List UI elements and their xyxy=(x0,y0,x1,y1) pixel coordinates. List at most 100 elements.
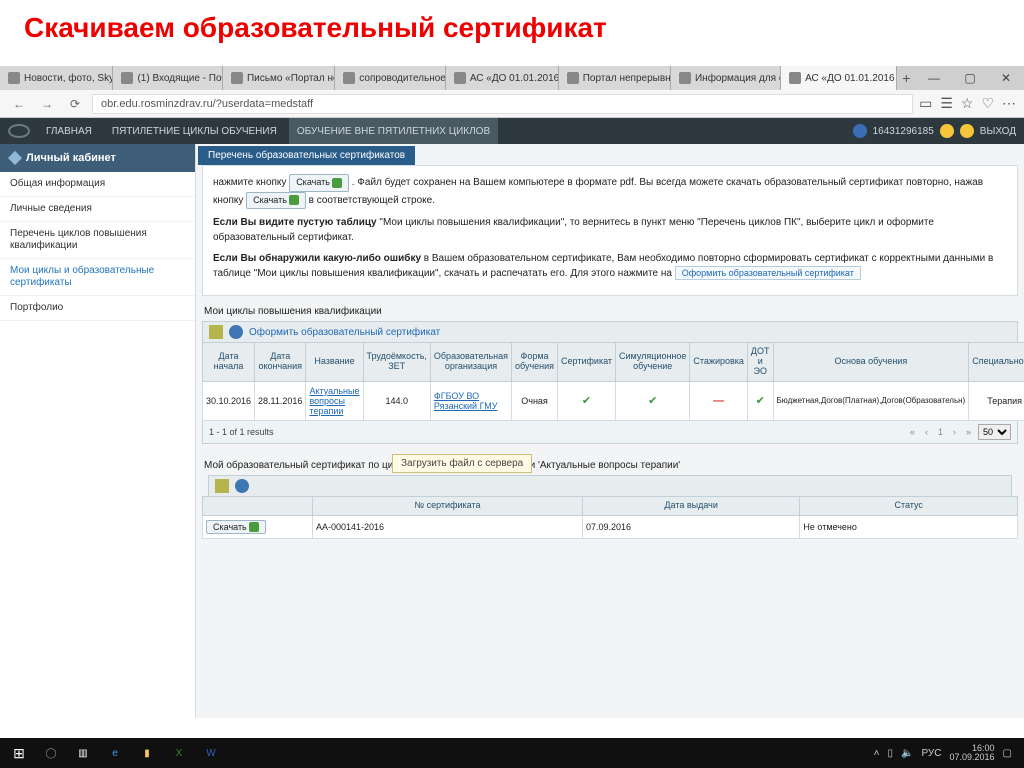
nav-outside-cycles[interactable]: ОБУЧЕНИЕ ВНЕ ПЯТИЛЕТНИХ ЦИКЛОВ xyxy=(289,118,498,144)
reader-icon[interactable]: ▭ xyxy=(919,95,932,112)
download-button-sample[interactable]: Скачать xyxy=(246,192,306,210)
refresh-icon[interactable] xyxy=(235,479,249,493)
browser-tab[interactable]: Портал непрерывного xyxy=(559,66,671,90)
logout-button[interactable]: ВЫХОД xyxy=(980,126,1016,137)
table-row[interactable]: Скачать АА-000141-2016 07.09.2016 Не отм… xyxy=(203,515,1018,539)
help-icon[interactable] xyxy=(940,124,954,138)
favicon-icon xyxy=(454,72,466,84)
download-button-sample[interactable]: Скачать xyxy=(289,174,349,192)
th-name[interactable]: Название xyxy=(306,343,363,382)
sidebar: Личный кабинет Общая информация Личные с… xyxy=(0,144,196,718)
window-minimize-button[interactable]: — xyxy=(916,66,952,90)
cycle-name-link[interactable]: Актуальные вопросы терапии xyxy=(309,386,359,416)
browser-tab[interactable]: Письмо «Портал непр xyxy=(223,66,335,90)
browser-tab[interactable]: АС «ДО 01.01.2016(се xyxy=(446,66,559,90)
favorite-icon[interactable]: ☆ xyxy=(961,95,974,112)
tray-network-icon[interactable]: ▯ xyxy=(888,748,894,759)
th-sim[interactable]: Симуляционное обучение xyxy=(616,343,690,382)
th-start[interactable]: Дата начала xyxy=(203,343,255,382)
sidebar-item-cycles-list[interactable]: Перечень циклов повышения квалификации xyxy=(0,222,195,259)
cert-table-toolbar xyxy=(208,475,1012,496)
table-toolbar: Оформить образовательный сертификат xyxy=(202,321,1018,342)
th-basis[interactable]: Основа обучения xyxy=(773,343,969,382)
address-bar: ← → ⟳ obr.edu.rosminzdrav.ru/?userdata=m… xyxy=(0,90,1024,118)
wrench-icon[interactable] xyxy=(215,479,229,493)
sidebar-item-my-cycles[interactable]: Мои циклы и образовательные сертификаты xyxy=(0,259,195,296)
browser-tab[interactable]: (1) Входящие - Почта xyxy=(113,66,223,90)
app-navbar: ГЛАВНАЯ ПЯТИЛЕТНИЕ ЦИКЛЫ ОБУЧЕНИЯ ОБУЧЕН… xyxy=(0,118,1024,144)
favicon-icon xyxy=(8,72,20,84)
hub-icon[interactable]: ☰ xyxy=(940,95,953,112)
toolbar-create-certificate-link[interactable]: Оформить образовательный сертификат xyxy=(249,327,440,338)
th-spec[interactable]: Специальность xyxy=(969,343,1024,382)
create-certificate-link[interactable]: Оформить образовательный сертификат xyxy=(675,266,861,280)
check-icon xyxy=(582,396,591,406)
section-title-certificate: Мой образовательный сертификат по циклу … xyxy=(196,452,1024,475)
tray-chevron-icon[interactable]: ˄ xyxy=(874,748,880,759)
th-cert-status[interactable]: Статус xyxy=(800,496,1018,515)
nav-main[interactable]: ГЛАВНАЯ xyxy=(38,118,100,144)
taskbar-edge-icon[interactable]: е xyxy=(100,741,130,765)
download-arrow-icon xyxy=(289,195,299,205)
dash-icon xyxy=(713,396,724,406)
pager-prev-button[interactable]: ‹ xyxy=(922,427,931,437)
nav-reload-button[interactable]: ⟳ xyxy=(64,93,86,115)
favicon-icon xyxy=(121,72,133,84)
nav-back-button[interactable]: ← xyxy=(8,93,30,115)
browser-tab[interactable]: Информация для спе xyxy=(671,66,781,90)
cabinet-icon xyxy=(8,151,22,165)
th-form[interactable]: Форма обучения xyxy=(512,343,558,382)
start-button[interactable]: ⊞ xyxy=(4,741,34,765)
sidebar-item-general[interactable]: Общая информация xyxy=(0,172,195,197)
more-icon[interactable]: ⋯ xyxy=(1002,95,1016,112)
wrench-icon[interactable] xyxy=(209,325,223,339)
org-link[interactable]: ФГБОУ ВО Рязанский ГМУ xyxy=(434,391,498,411)
taskview-button[interactable]: ▥ xyxy=(68,741,98,765)
taskbar-excel-icon[interactable]: X xyxy=(164,741,194,765)
browser-tab[interactable]: Новости, фото, Skype, xyxy=(0,66,113,90)
workspace: Личный кабинет Общая информация Личные с… xyxy=(0,144,1024,718)
th-dot[interactable]: ДОТ и ЭО xyxy=(747,343,773,382)
th-cert[interactable]: Сертификат xyxy=(558,343,616,382)
browser-tab-active[interactable]: АС «ДО 01.01.2016✕ xyxy=(781,66,897,90)
url-input[interactable]: obr.edu.rosminzdrav.ru/?userdata=medstaf… xyxy=(92,94,913,114)
pager-first-button[interactable]: « xyxy=(907,427,918,437)
pager-size-select[interactable]: 50 xyxy=(978,424,1011,440)
th-zet[interactable]: Трудоёмкость, ЗЕТ xyxy=(363,343,430,382)
th-cert-date[interactable]: Дата выдачи xyxy=(582,496,799,515)
search-button[interactable]: ◯ xyxy=(36,741,66,765)
sidebar-item-portfolio[interactable]: Портфолио xyxy=(0,296,195,321)
app-logo-icon xyxy=(8,124,30,138)
nav-cycles[interactable]: ПЯТИЛЕТНИЕ ЦИКЛЫ ОБУЧЕНИЯ xyxy=(104,118,285,144)
pager-last-button[interactable]: » xyxy=(963,427,974,437)
certificate-table: № сертификата Дата выдачи Статус Скачать… xyxy=(202,496,1018,540)
table-row[interactable]: 30.10.2016 28.11.2016 Актуальные вопросы… xyxy=(203,381,1024,420)
content-subtab[interactable]: Перечень образовательных сертификатов xyxy=(198,146,415,165)
th-cert-num[interactable]: № сертификата xyxy=(313,496,583,515)
th-intern[interactable]: Стажировка xyxy=(690,343,748,382)
window-maximize-button[interactable]: ▢ xyxy=(952,66,988,90)
favicon-icon xyxy=(679,72,691,84)
th-org[interactable]: Образовательная организация xyxy=(430,343,511,382)
notes-icon[interactable]: ♡ xyxy=(981,95,994,112)
tray-notifications-icon[interactable]: ▢ xyxy=(1003,748,1012,759)
pager-next-button[interactable]: › xyxy=(950,427,959,437)
taskbar-explorer-icon[interactable]: ▮ xyxy=(132,741,162,765)
download-arrow-icon xyxy=(332,178,342,188)
notify-icon[interactable] xyxy=(960,124,974,138)
favicon-icon xyxy=(789,72,801,84)
browser-tab[interactable]: сопроводительное пи xyxy=(335,66,446,90)
tray-clock[interactable]: 16:00 07.09.2016 xyxy=(950,744,995,762)
download-certificate-button[interactable]: Скачать xyxy=(206,520,266,535)
refresh-icon[interactable] xyxy=(229,325,243,339)
favicon-icon xyxy=(567,72,579,84)
tray-volume-icon[interactable]: 🔈 xyxy=(901,748,913,759)
th-end[interactable]: Дата окончания xyxy=(255,343,306,382)
sidebar-item-personal[interactable]: Личные сведения xyxy=(0,197,195,222)
taskbar-word-icon[interactable]: W xyxy=(196,741,226,765)
new-tab-button[interactable]: + xyxy=(897,66,916,90)
nav-forward-button[interactable]: → xyxy=(36,93,58,115)
pager-page: 1 xyxy=(935,427,946,437)
window-close-button[interactable]: ✕ xyxy=(988,66,1024,90)
tray-lang[interactable]: РУС xyxy=(921,748,941,759)
